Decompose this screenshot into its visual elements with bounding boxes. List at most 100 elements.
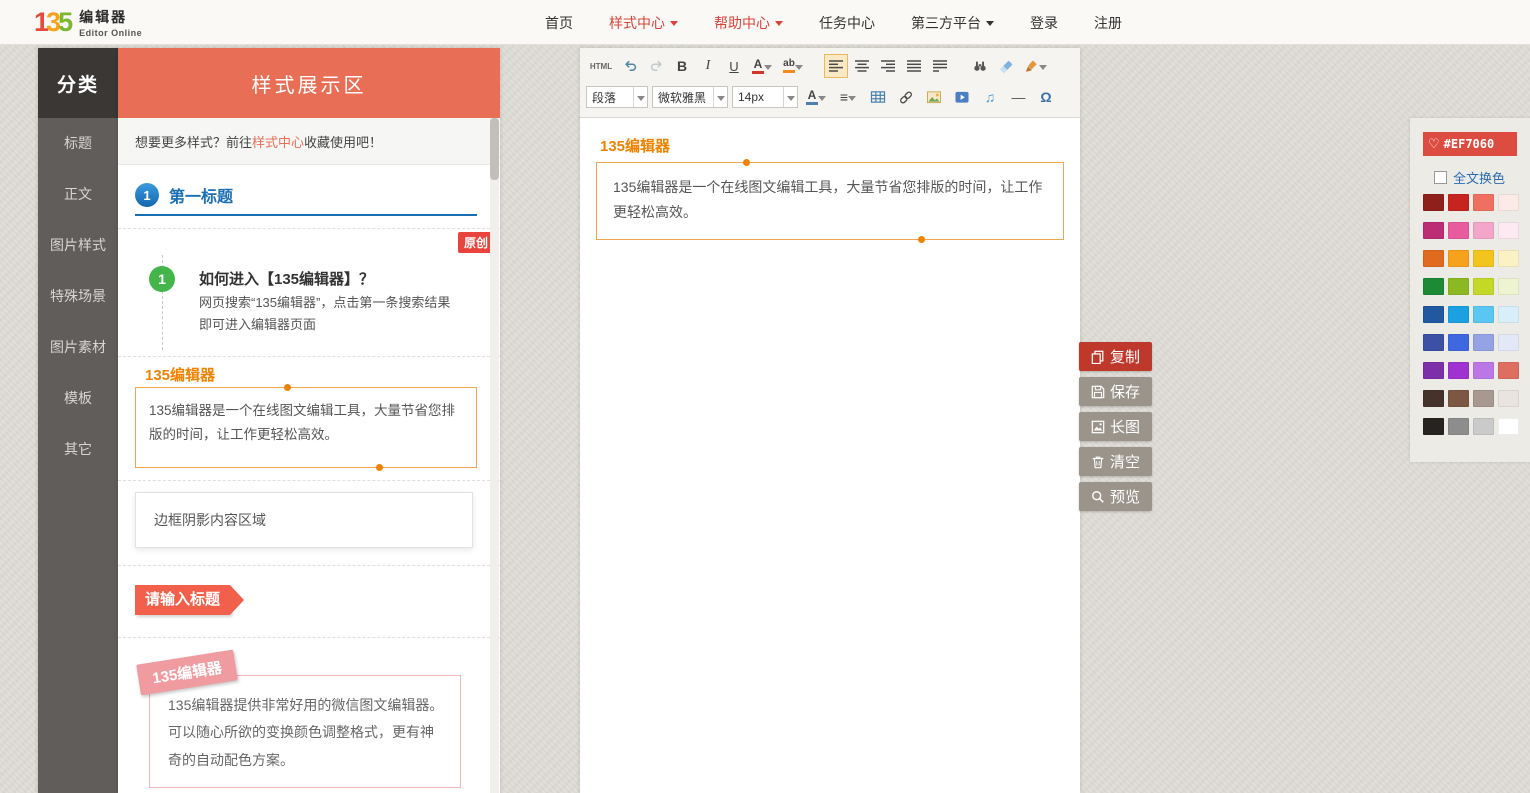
selected-style-block[interactable]: 135编辑器是一个在线图文编辑工具，大量节省您排版的时间，让工作更轻松高效。 — [596, 162, 1064, 240]
clear-format-button[interactable] — [1020, 54, 1050, 78]
sidebar-item-other[interactable]: 其它 — [38, 424, 118, 475]
html-source-button[interactable]: HTML — [586, 54, 616, 78]
sidebar-item-image-material[interactable]: 图片素材 — [38, 322, 118, 373]
redo-button[interactable] — [644, 54, 668, 78]
color-swatch[interactable] — [1498, 362, 1519, 379]
save-button[interactable]: 保存 — [1079, 377, 1152, 406]
color-swatch[interactable] — [1498, 278, 1519, 295]
color-swatch[interactable] — [1448, 250, 1469, 267]
drag-handle-bottom[interactable] — [918, 236, 925, 243]
color-swatch[interactable] — [1473, 418, 1494, 435]
color-swatch[interactable] — [1498, 418, 1519, 435]
color-swatch[interactable] — [1423, 250, 1444, 267]
font-color-button[interactable]: A — [748, 54, 776, 78]
content-body[interactable]: 135编辑器是一个在线图文编辑工具，大量节省您排版的时间，让工作更轻松高效。 — [613, 179, 1042, 220]
color-swatch[interactable] — [1473, 278, 1494, 295]
color-swatch[interactable] — [1423, 390, 1444, 407]
find-replace-button[interactable] — [968, 54, 992, 78]
highlight-color-button[interactable]: ab — [778, 54, 808, 78]
color-swatch[interactable] — [1498, 334, 1519, 351]
color-swatch[interactable] — [1473, 390, 1494, 407]
full-text-recolor-toggle[interactable]: 全文换色 — [1434, 168, 1505, 187]
style-item-qa-card[interactable]: 原创 1 如何进入【135编辑器】？ 网页搜索“135编辑器”，点击第一条搜索结… — [118, 228, 500, 356]
color-swatch[interactable] — [1423, 194, 1444, 211]
style-center-link[interactable]: 样式中心 — [252, 132, 304, 151]
align-justify-button[interactable] — [902, 54, 926, 78]
color-swatch[interactable] — [1473, 194, 1494, 211]
italic-button[interactable]: I — [696, 54, 720, 78]
editor-canvas[interactable]: 135编辑器 135编辑器是一个在线图文编辑工具，大量节省您排版的时间，让工作更… — [580, 118, 1080, 792]
recolor-checkbox[interactable] — [1434, 171, 1447, 184]
nav-item-task-center[interactable]: 任务中心 — [819, 13, 875, 33]
color-swatch[interactable] — [1448, 194, 1469, 211]
insert-music-button[interactable]: ♫ — [978, 85, 1002, 109]
color-swatch[interactable] — [1448, 278, 1469, 295]
color-swatch[interactable] — [1473, 334, 1494, 351]
font-family-select[interactable]: 微软雅黑 — [652, 86, 728, 108]
nav-item-style-center[interactable]: 样式中心 — [609, 13, 678, 33]
insert-video-button[interactable] — [950, 85, 974, 109]
drag-handle-top[interactable] — [743, 159, 750, 166]
color-swatch[interactable] — [1423, 362, 1444, 379]
color-swatch[interactable] — [1498, 194, 1519, 211]
color-swatch[interactable] — [1498, 390, 1519, 407]
sidebar-item-special-scene[interactable]: 特殊场景 — [38, 271, 118, 322]
style-item-numbered-heading[interactable]: 1 第一标题 — [135, 183, 477, 216]
nav-item-register[interactable]: 注册 — [1094, 13, 1122, 33]
color-swatch[interactable] — [1473, 222, 1494, 239]
horizontal-rule-button[interactable]: — — [1006, 85, 1030, 109]
nav-item-help-center[interactable]: 帮助中心 — [714, 13, 783, 33]
style-panel-scrollbar[interactable] — [490, 118, 499, 793]
color-swatch[interactable] — [1448, 222, 1469, 239]
current-color-bar[interactable]: ♡ #EF7060 — [1423, 132, 1517, 156]
sidebar-item-template[interactable]: 模板 — [38, 373, 118, 424]
font-size-select[interactable]: 14px — [732, 86, 798, 108]
align-center-button[interactable] — [850, 54, 874, 78]
color-swatch[interactable] — [1423, 222, 1444, 239]
clear-button[interactable]: 清空 — [1079, 447, 1152, 476]
style-item-ribbon-title[interactable]: 请输入标题 — [135, 585, 230, 615]
insert-image-button[interactable] — [922, 85, 946, 109]
color-swatch[interactable] — [1498, 250, 1519, 267]
color-swatch[interactable] — [1423, 334, 1444, 351]
color-swatch[interactable] — [1448, 334, 1469, 351]
align-distribute-button[interactable] — [928, 54, 952, 78]
scrollbar-thumb[interactable] — [490, 118, 499, 180]
color-hex-value[interactable]: #EF7060 — [1444, 137, 1495, 151]
underline-button[interactable]: U — [722, 54, 746, 78]
undo-button[interactable] — [618, 54, 642, 78]
favorite-heart-icon[interactable]: ♡ — [1428, 136, 1440, 152]
special-char-button[interactable]: Ω — [1034, 85, 1058, 109]
sidebar-item-image-style[interactable]: 图片样式 — [38, 220, 118, 271]
color-swatch[interactable] — [1423, 306, 1444, 323]
eraser-button[interactable] — [994, 54, 1018, 78]
bold-button[interactable]: B — [670, 54, 694, 78]
color-swatch[interactable] — [1498, 306, 1519, 323]
insert-table-button[interactable] — [866, 85, 890, 109]
color-swatch[interactable] — [1473, 362, 1494, 379]
color-swatch[interactable] — [1448, 390, 1469, 407]
style-item-shadow-box[interactable]: 边框阴影内容区域 — [135, 492, 473, 548]
logo[interactable]: 135 编辑器 Editor Online — [34, 4, 142, 40]
color-swatch[interactable] — [1473, 250, 1494, 267]
color-swatch[interactable] — [1473, 306, 1494, 323]
nav-item-home[interactable]: 首页 — [545, 13, 573, 33]
color-swatch[interactable] — [1448, 418, 1469, 435]
align-right-button[interactable] — [876, 54, 900, 78]
color-swatch[interactable] — [1448, 362, 1469, 379]
long-image-button[interactable]: 长图 — [1079, 412, 1152, 441]
indent-button[interactable]: A — [802, 85, 830, 109]
color-swatch[interactable] — [1423, 278, 1444, 295]
color-swatch[interactable] — [1448, 306, 1469, 323]
nav-item-login[interactable]: 登录 — [1030, 13, 1058, 33]
color-swatch[interactable] — [1498, 222, 1519, 239]
nav-item-third-party[interactable]: 第三方平台 — [911, 13, 994, 33]
paragraph-format-select[interactable]: 段落 — [586, 86, 648, 108]
align-left-button[interactable] — [824, 54, 848, 78]
sidebar-item-title[interactable]: 标题 — [38, 118, 118, 169]
content-title[interactable]: 135编辑器 — [600, 135, 670, 156]
sidebar-item-body-text[interactable]: 正文 — [38, 169, 118, 220]
preview-button[interactable]: 预览 — [1079, 482, 1152, 511]
copy-button[interactable]: 复制 — [1079, 342, 1152, 371]
color-swatch[interactable] — [1423, 418, 1444, 435]
